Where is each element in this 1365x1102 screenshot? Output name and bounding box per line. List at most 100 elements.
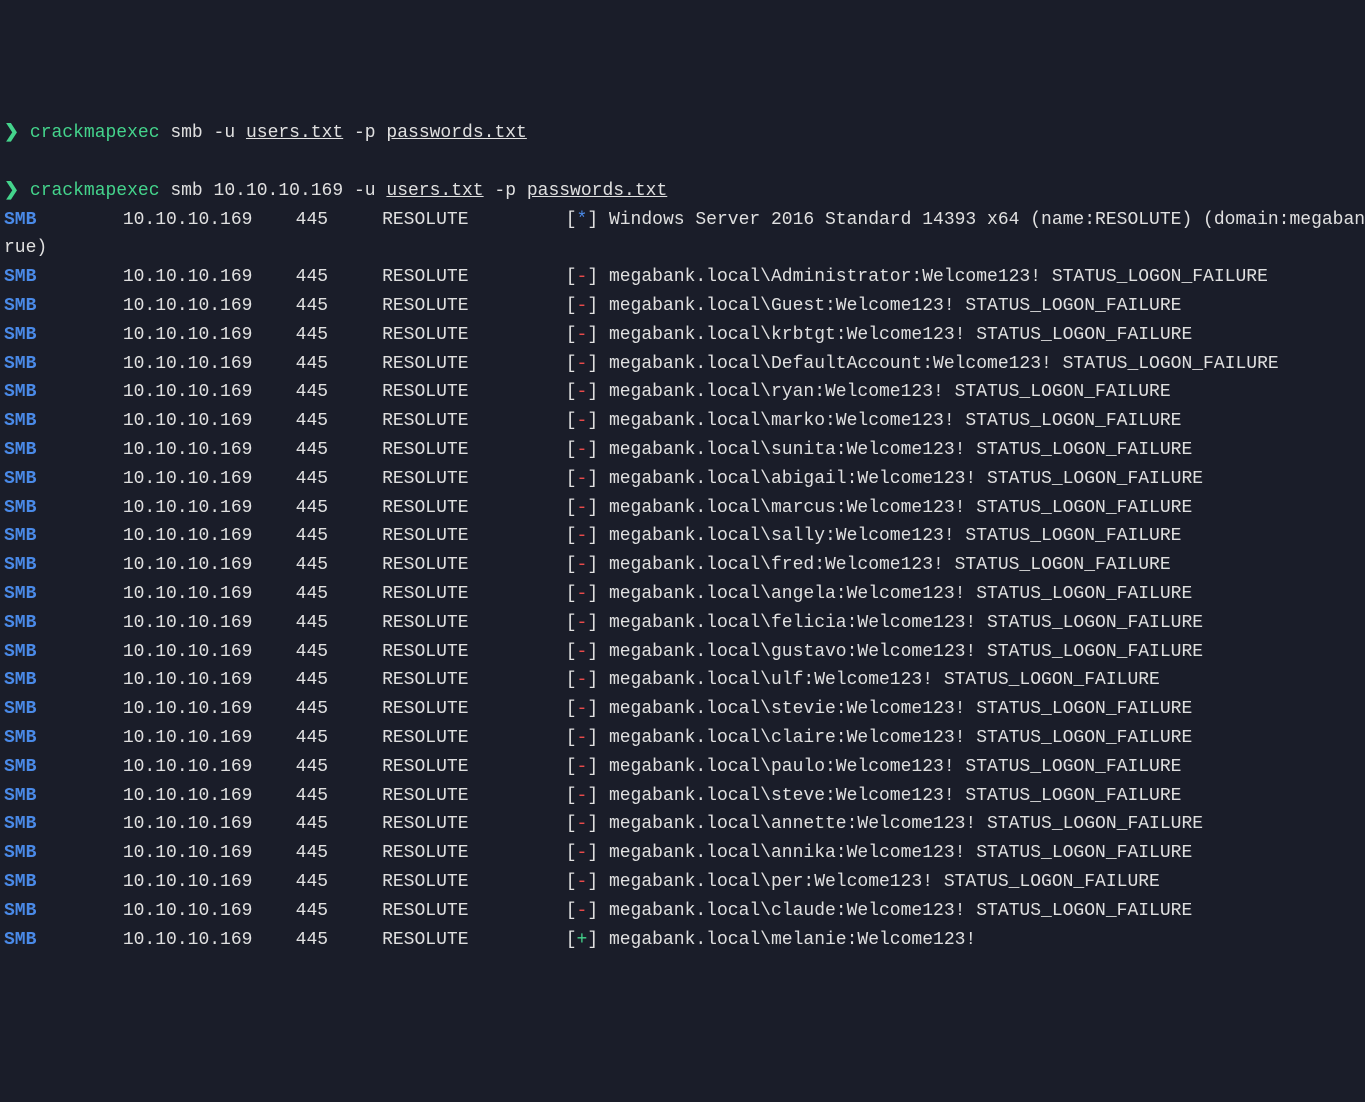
status-message: megabank.local\per:Welcome123! STATUS_LO…: [598, 872, 1160, 892]
bracket-open: [: [566, 757, 577, 777]
bracket-open: [: [566, 728, 577, 748]
port: 445: [296, 210, 382, 230]
bracket-close: ]: [587, 210, 598, 230]
protocol-label: SMB: [4, 210, 123, 230]
bracket-close: ]: [587, 872, 598, 892]
success-row: SMB 10.10.10.169 445 RESOLUTE [+] megaba…: [4, 926, 1361, 955]
wrapped-text: rue): [4, 234, 1361, 263]
failure-row: SMB 10.10.10.169 445 RESOLUTE [-] megaba…: [4, 465, 1361, 494]
port: 445: [296, 843, 382, 863]
bracket-open: [: [566, 901, 577, 921]
hostname: RESOLUTE: [382, 757, 566, 777]
failure-row: SMB 10.10.10.169 445 RESOLUTE [-] megaba…: [4, 350, 1361, 379]
bracket-close: ]: [587, 901, 598, 921]
hostname: RESOLUTE: [382, 325, 566, 345]
port: 445: [296, 526, 382, 546]
status-symbol: -: [577, 728, 588, 748]
port: 445: [296, 757, 382, 777]
port: 445: [296, 901, 382, 921]
hostname: RESOLUTE: [382, 843, 566, 863]
status-message: megabank.local\steve:Welcome123! STATUS_…: [598, 786, 1181, 806]
hostname: RESOLUTE: [382, 814, 566, 834]
status-symbol: *: [577, 210, 588, 230]
bracket-close: ]: [587, 382, 598, 402]
status-symbol: -: [577, 814, 588, 834]
status-symbol: -: [577, 440, 588, 460]
protocol-label: SMB: [4, 786, 123, 806]
status-message: megabank.local\ulf:Welcome123! STATUS_LO…: [598, 670, 1160, 690]
status-message: megabank.local\krbtgt:Welcome123! STATUS…: [598, 325, 1192, 345]
command-arg: passwords.txt: [386, 123, 526, 143]
bracket-open: [: [566, 354, 577, 374]
blank-line: [4, 148, 1361, 177]
bracket-open: [: [566, 498, 577, 518]
bracket-close: ]: [587, 699, 598, 719]
status-symbol: -: [577, 498, 588, 518]
command-arg: smb: [170, 123, 202, 143]
hostname: RESOLUTE: [382, 555, 566, 575]
hostname: RESOLUTE: [382, 930, 566, 950]
status-message: megabank.local\Guest:Welcome123! STATUS_…: [598, 296, 1181, 316]
ip-address: 10.10.10.169: [123, 728, 296, 748]
protocol-label: SMB: [4, 469, 123, 489]
status-symbol: -: [577, 901, 588, 921]
bracket-open: [: [566, 267, 577, 287]
bracket-close: ]: [587, 613, 598, 633]
status-message: megabank.local\marko:Welcome123! STATUS_…: [598, 411, 1181, 431]
port: 445: [296, 267, 382, 287]
hostname: RESOLUTE: [382, 872, 566, 892]
ip-address: 10.10.10.169: [123, 584, 296, 604]
failure-row: SMB 10.10.10.169 445 RESOLUTE [-] megaba…: [4, 263, 1361, 292]
command-line[interactable]: ❯ crackmapexec smb -u users.txt -p passw…: [4, 119, 1361, 148]
hostname: RESOLUTE: [382, 584, 566, 604]
port: 445: [296, 411, 382, 431]
status-message: megabank.local\annika:Welcome123! STATUS…: [598, 843, 1192, 863]
protocol-label: SMB: [4, 699, 123, 719]
failure-row: SMB 10.10.10.169 445 RESOLUTE [-] megaba…: [4, 522, 1361, 551]
command-arg: -u: [354, 181, 376, 201]
status-symbol: -: [577, 872, 588, 892]
bracket-open: [: [566, 584, 577, 604]
status-message: megabank.local\stevie:Welcome123! STATUS…: [598, 699, 1192, 719]
ip-address: 10.10.10.169: [123, 411, 296, 431]
bracket-open: [: [566, 843, 577, 863]
protocol-label: SMB: [4, 757, 123, 777]
status-symbol: -: [577, 325, 588, 345]
status-message: megabank.local\paulo:Welcome123! STATUS_…: [598, 757, 1181, 777]
protocol-label: SMB: [4, 728, 123, 748]
status-symbol: -: [577, 670, 588, 690]
failure-row: SMB 10.10.10.169 445 RESOLUTE [-] megaba…: [4, 407, 1361, 436]
ip-address: 10.10.10.169: [123, 901, 296, 921]
port: 445: [296, 872, 382, 892]
failure-row: SMB 10.10.10.169 445 RESOLUTE [-] megaba…: [4, 868, 1361, 897]
bracket-open: [: [566, 814, 577, 834]
hostname: RESOLUTE: [382, 670, 566, 690]
hostname: RESOLUTE: [382, 642, 566, 662]
bracket-close: ]: [587, 814, 598, 834]
ip-address: 10.10.10.169: [123, 786, 296, 806]
protocol-label: SMB: [4, 382, 123, 402]
hostname: RESOLUTE: [382, 526, 566, 546]
port: 445: [296, 440, 382, 460]
bracket-open: [: [566, 210, 577, 230]
bracket-open: [: [566, 786, 577, 806]
status-message: megabank.local\felicia:Welcome123! STATU…: [598, 613, 1203, 633]
port: 445: [296, 555, 382, 575]
ip-address: 10.10.10.169: [123, 382, 296, 402]
bracket-open: [: [566, 642, 577, 662]
protocol-label: SMB: [4, 584, 123, 604]
command-line[interactable]: ❯ crackmapexec smb 10.10.10.169 -u users…: [4, 177, 1361, 206]
protocol-label: SMB: [4, 440, 123, 460]
hostname: RESOLUTE: [382, 901, 566, 921]
protocol-label: SMB: [4, 670, 123, 690]
protocol-label: SMB: [4, 325, 123, 345]
protocol-label: SMB: [4, 555, 123, 575]
status-symbol: -: [577, 786, 588, 806]
ip-address: 10.10.10.169: [123, 930, 296, 950]
port: 445: [296, 728, 382, 748]
bracket-close: ]: [587, 670, 598, 690]
hostname: RESOLUTE: [382, 699, 566, 719]
bracket-close: ]: [587, 440, 598, 460]
status-message: megabank.local\annette:Welcome123! STATU…: [598, 814, 1203, 834]
bracket-close: ]: [587, 354, 598, 374]
